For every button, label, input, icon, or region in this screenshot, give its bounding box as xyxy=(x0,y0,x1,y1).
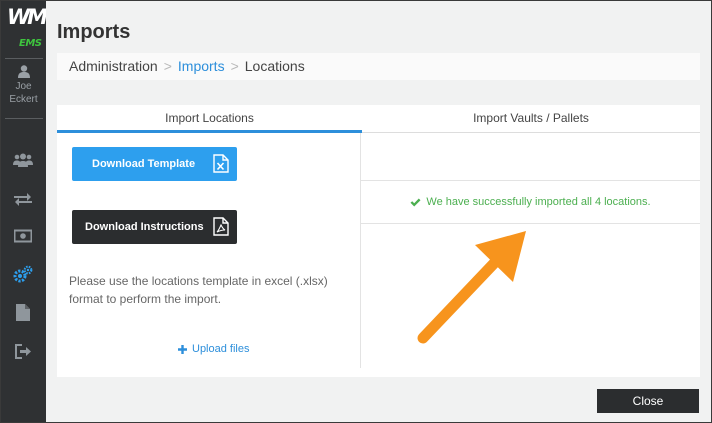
breadcrumb-separator: > xyxy=(163,58,172,74)
sidebar-divider xyxy=(5,118,43,119)
download-template-label: Download Template xyxy=(92,158,196,170)
tab-import-locations[interactable]: Import Locations xyxy=(57,105,362,133)
excel-file-icon xyxy=(213,154,229,173)
logo-ems: EMS xyxy=(19,38,42,49)
plus-icon xyxy=(178,344,187,354)
breadcrumb-separator: > xyxy=(230,58,239,74)
users-icon xyxy=(13,153,33,167)
logo-wm: WM xyxy=(7,5,48,29)
nav-administration[interactable] xyxy=(12,264,34,284)
download-instructions-label: Download Instructions xyxy=(85,221,204,233)
upload-files-label: Upload files xyxy=(192,343,250,355)
gears-icon xyxy=(13,265,33,283)
page-title: Imports xyxy=(57,21,131,43)
column-divider xyxy=(360,133,361,368)
sidebar: WM EMS Joe Eckert xyxy=(1,1,48,422)
sign-out-icon xyxy=(14,343,31,359)
user-first-name: Joe xyxy=(15,81,32,92)
money-icon xyxy=(14,229,32,243)
download-instructions-button[interactable]: Download Instructions xyxy=(72,210,237,244)
nav-billing[interactable] xyxy=(12,226,34,246)
success-message: We have successfully imported all 4 loca… xyxy=(361,180,700,224)
nav-logout[interactable] xyxy=(12,341,34,361)
document-icon xyxy=(16,303,30,321)
download-template-button[interactable]: Download Template xyxy=(72,147,237,181)
app-logo[interactable]: WM EMS xyxy=(5,5,48,53)
breadcrumb-locations: Locations xyxy=(244,58,305,74)
breadcrumb-imports[interactable]: Imports xyxy=(178,58,225,74)
pdf-file-icon xyxy=(213,217,229,236)
main-content: Imports Administration > Imports > Locations… xyxy=(46,1,711,422)
upload-files-link[interactable]: Upload files xyxy=(178,343,249,355)
user-icon xyxy=(17,65,30,78)
sidebar-divider xyxy=(5,58,43,59)
transfer-icon xyxy=(14,193,32,206)
breadcrumb: Administration > Imports > Locations xyxy=(57,53,700,80)
breadcrumb-administration[interactable]: Administration xyxy=(69,58,158,74)
nav-users[interactable] xyxy=(12,150,34,170)
tab-import-vaults-pallets[interactable]: Import Vaults / Pallets xyxy=(362,105,700,133)
success-message-text: We have successfully imported all 4 loca… xyxy=(426,196,651,208)
close-button[interactable]: Close xyxy=(597,389,699,413)
import-card: Import Locations Import Vaults / Pallets… xyxy=(57,105,700,377)
check-icon xyxy=(410,198,421,206)
nav-transfers[interactable] xyxy=(12,189,34,209)
import-instructions-text: Please use the locations template in exc… xyxy=(69,274,328,306)
user-last-name: Eckert xyxy=(9,94,38,105)
nav-documents[interactable] xyxy=(12,302,34,322)
user-profile[interactable]: Joe Eckert xyxy=(1,65,46,106)
annotation-arrow xyxy=(417,231,526,344)
